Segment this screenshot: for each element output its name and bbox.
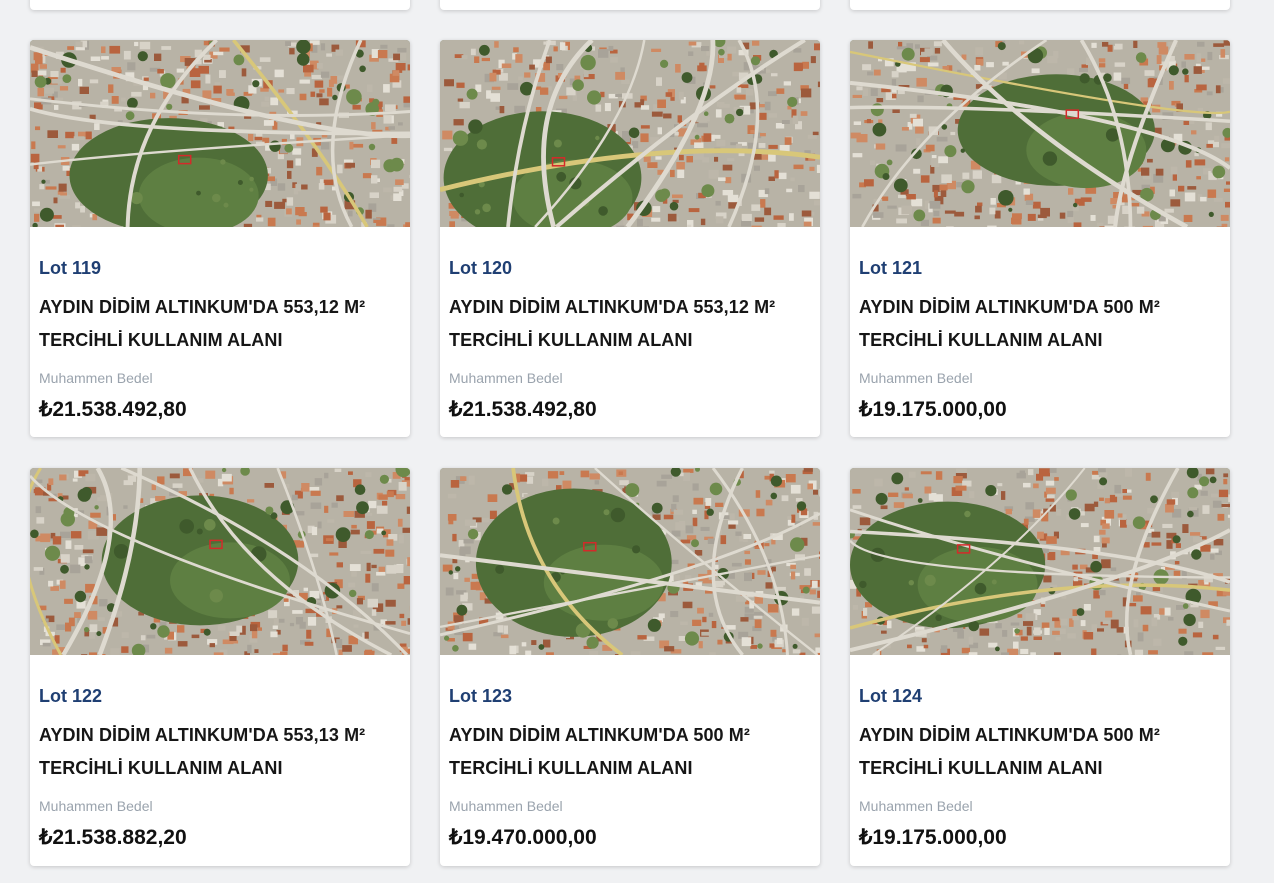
satellite-map-image	[440, 468, 820, 655]
lot-title: AYDIN DİDİM ALTINKUM'DA 553,13 M² TERCİH…	[39, 725, 366, 778]
lot-grid: Lot 119 AYDIN DİDİM ALTINKUM'DA 553,12 M…	[0, 0, 1274, 883]
lot-title: AYDIN DİDİM ALTINKUM'DA 553,12 M² TERCİH…	[39, 297, 366, 350]
satellite-map-image	[30, 40, 410, 227]
lot-title: AYDIN DİDİM ALTINKUM'DA 500 M² TERCİHLİ …	[859, 297, 1160, 350]
lot-title: AYDIN DİDİM ALTINKUM'DA 500 M² TERCİHLİ …	[859, 725, 1160, 778]
lot-number: Lot 124	[859, 686, 923, 706]
lot-title: AYDIN DİDİM ALTINKUM'DA 553,12 M² TERCİH…	[449, 297, 776, 350]
lot-number: Lot 120	[449, 258, 513, 278]
lot-price: ₺19.175.000,00	[859, 398, 1007, 421]
price-label: Muhammen Bedel	[39, 798, 153, 814]
lot-card[interactable]: Lot 119 AYDIN DİDİM ALTINKUM'DA 553,12 M…	[30, 40, 410, 437]
price-label: Muhammen Bedel	[39, 370, 153, 386]
aerial-map-graphic	[440, 468, 820, 655]
lot-price: ₺19.470.000,00	[449, 826, 597, 849]
aerial-map-graphic	[850, 40, 1230, 227]
lot-card-previous[interactable]	[850, 0, 1230, 10]
lot-card[interactable]: Lot 121 AYDIN DİDİM ALTINKUM'DA 500 M² T…	[850, 40, 1230, 437]
lot-title: AYDIN DİDİM ALTINKUM'DA 500 M² TERCİHLİ …	[449, 725, 750, 778]
lot-number: Lot 123	[449, 686, 513, 706]
lot-card[interactable]: Lot 123 AYDIN DİDİM ALTINKUM'DA 500 M² T…	[440, 468, 820, 866]
lot-price: ₺19.175.000,00	[859, 826, 1007, 849]
aerial-map-graphic	[30, 40, 410, 227]
lot-card[interactable]: Lot 122 AYDIN DİDİM ALTINKUM'DA 553,13 M…	[30, 468, 410, 866]
satellite-map-image	[850, 468, 1230, 655]
price-label: Muhammen Bedel	[859, 370, 973, 386]
lot-number: Lot 119	[39, 258, 102, 278]
satellite-map-image	[850, 40, 1230, 227]
price-label: Muhammen Bedel	[859, 798, 973, 814]
aerial-map-graphic	[850, 468, 1230, 655]
lot-number: Lot 121	[859, 258, 923, 278]
lot-card[interactable]: Lot 120 AYDIN DİDİM ALTINKUM'DA 553,12 M…	[440, 40, 820, 437]
lot-card-previous[interactable]	[440, 0, 820, 10]
price-label: Muhammen Bedel	[449, 370, 563, 386]
price-label: Muhammen Bedel	[449, 798, 563, 814]
satellite-map-image	[440, 40, 820, 227]
lot-card[interactable]: Lot 124 AYDIN DİDİM ALTINKUM'DA 500 M² T…	[850, 468, 1230, 866]
satellite-map-image	[30, 468, 410, 655]
aerial-map-graphic	[30, 468, 410, 655]
lot-card-previous[interactable]	[30, 0, 410, 10]
lot-price: ₺21.538.882,20	[39, 826, 187, 849]
aerial-map-graphic	[440, 40, 820, 227]
lot-price: ₺21.538.492,80	[449, 398, 597, 421]
lot-price: ₺21.538.492,80	[39, 398, 187, 421]
lot-number: Lot 122	[39, 686, 103, 706]
